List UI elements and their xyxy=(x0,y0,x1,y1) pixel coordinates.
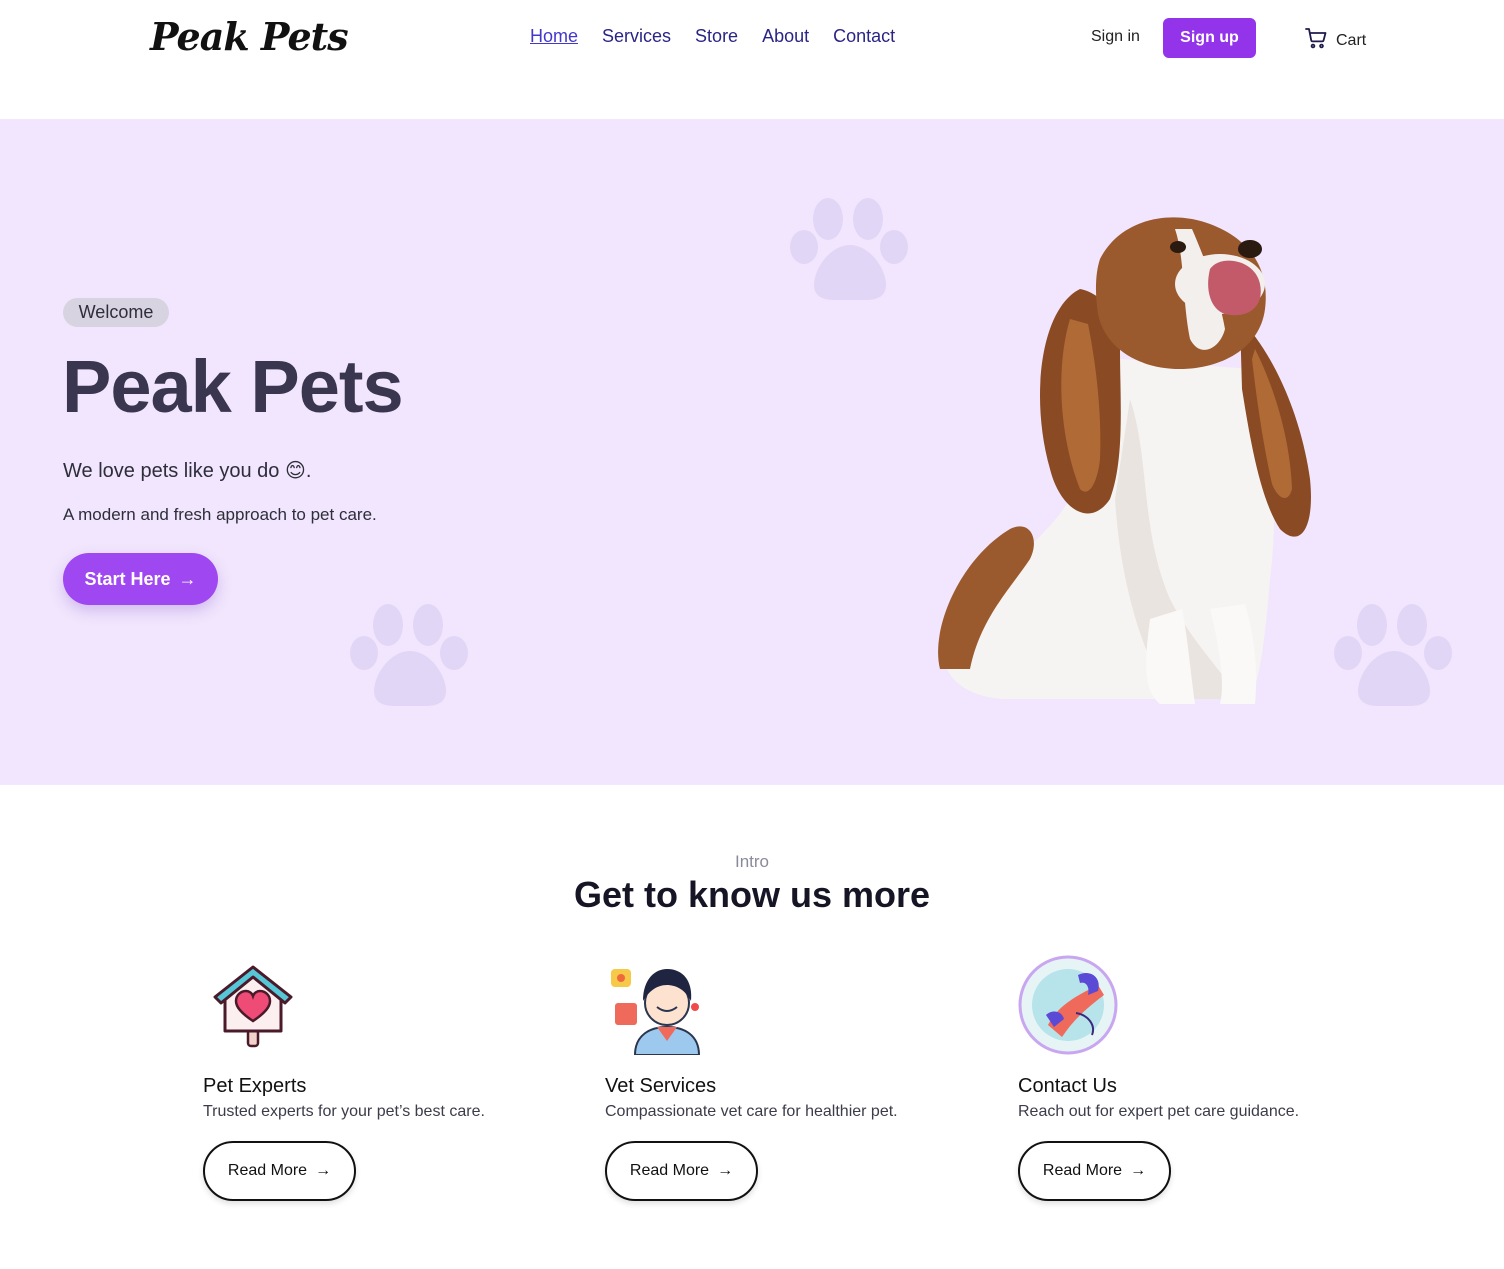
contact-us-phone-icon xyxy=(1018,955,1128,1060)
nav-link-about[interactable]: About xyxy=(762,26,809,47)
cart-label: Cart xyxy=(1336,31,1367,49)
card-text: Compassionate vet care for healthier pet… xyxy=(605,1103,898,1120)
paw-print-icon xyxy=(1334,604,1452,706)
card-pet-experts: Pet Experts Trusted experts for your pet… xyxy=(203,955,583,1205)
intro-title: Get to know us more xyxy=(573,874,931,915)
hero-section: Welcome Peak Pets We love pets like you … xyxy=(0,119,1504,785)
hero-tagline: We love pets like you do 😊. xyxy=(63,460,312,482)
hero-description: A modern and fresh approach to pet care. xyxy=(63,505,377,524)
paw-print-icon xyxy=(350,604,468,706)
card-vet-services: Vet Services Compassionate vet care for … xyxy=(605,955,985,1205)
arrow-right-icon: → xyxy=(717,1162,734,1179)
cart-icon xyxy=(1304,26,1328,55)
read-more-label: Read More xyxy=(629,1162,710,1179)
start-here-button[interactable]: Start Here → xyxy=(63,553,218,605)
card-text: Reach out for expert pet care guidance. xyxy=(1018,1103,1300,1120)
card-text: Trusted experts for your pet’s best care… xyxy=(203,1103,485,1120)
arrow-right-icon: → xyxy=(1130,1162,1147,1179)
nav-link-home[interactable]: Home xyxy=(530,26,578,47)
read-more-button[interactable]: Read More → xyxy=(1018,1141,1171,1201)
welcome-badge: Welcome xyxy=(63,298,169,327)
sign-in-link[interactable]: Sign in xyxy=(1091,28,1140,46)
intro-label: Intro xyxy=(734,852,770,871)
read-more-button[interactable]: Read More → xyxy=(203,1141,356,1201)
site-header: Peak Pets Home Services Store About Cont… xyxy=(0,0,1504,119)
read-more-label: Read More xyxy=(1042,1162,1123,1179)
read-more-label: Read More xyxy=(227,1162,308,1179)
arrow-right-icon: → xyxy=(315,1162,332,1179)
vet-support-agent-icon xyxy=(605,955,715,1060)
hero-title: Peak Pets xyxy=(62,345,404,428)
nav-link-services[interactable]: Services xyxy=(602,26,671,47)
arrow-right-icon: → xyxy=(178,568,197,589)
cart-button[interactable]: Cart xyxy=(1304,26,1366,55)
start-here-label: Start Here xyxy=(84,568,171,589)
pet-house-heart-icon xyxy=(203,955,313,1060)
read-more-button[interactable]: Read More → xyxy=(605,1141,758,1201)
card-title: Contact Us xyxy=(1018,1075,1117,1097)
sign-up-button[interactable]: Sign up xyxy=(1163,18,1256,58)
site-logo[interactable]: Peak Pets xyxy=(150,14,349,59)
card-contact-us: Contact Us Reach out for expert pet care… xyxy=(1018,955,1398,1205)
dog-photo xyxy=(938,217,1311,704)
card-title: Vet Services xyxy=(605,1075,717,1097)
paw-print-icon xyxy=(790,198,908,300)
nav-link-store[interactable]: Store xyxy=(695,26,738,47)
main-nav: Home Services Store About Contact xyxy=(530,26,895,47)
nav-link-contact[interactable]: Contact xyxy=(833,26,895,47)
card-title: Pet Experts xyxy=(203,1075,307,1097)
